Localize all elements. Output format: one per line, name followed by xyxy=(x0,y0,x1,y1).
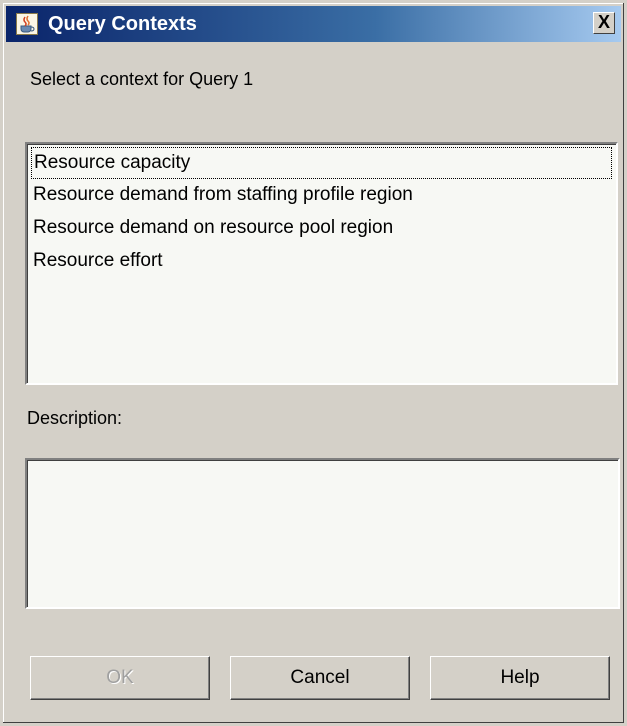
description-label: Description: xyxy=(27,408,123,428)
close-icon: X xyxy=(597,12,610,32)
query-contexts-dialog: Query Contexts X Select a context for Qu… xyxy=(0,0,627,726)
list-item[interactable]: Resource capacity xyxy=(31,147,612,179)
close-button[interactable]: X xyxy=(593,12,615,34)
description-field[interactable] xyxy=(25,458,620,609)
list-item[interactable]: Resource effort xyxy=(31,246,163,278)
help-button[interactable]: Help xyxy=(430,656,610,700)
cancel-button[interactable]: Cancel xyxy=(230,656,410,700)
list-item[interactable]: Resource demand on resource pool region xyxy=(31,213,393,245)
list-item[interactable]: Resource demand from staffing profile re… xyxy=(31,180,413,212)
context-listbox[interactable]: Resource capacity Resource demand from s… xyxy=(25,142,618,385)
ok-button[interactable]: OK xyxy=(30,656,210,700)
context-prompt: Select a context for Query 1 xyxy=(30,69,254,89)
title-bar[interactable]: Query Contexts X xyxy=(6,6,621,42)
java-coffee-cup-icon xyxy=(16,13,38,35)
window-title: Query Contexts xyxy=(48,13,197,35)
